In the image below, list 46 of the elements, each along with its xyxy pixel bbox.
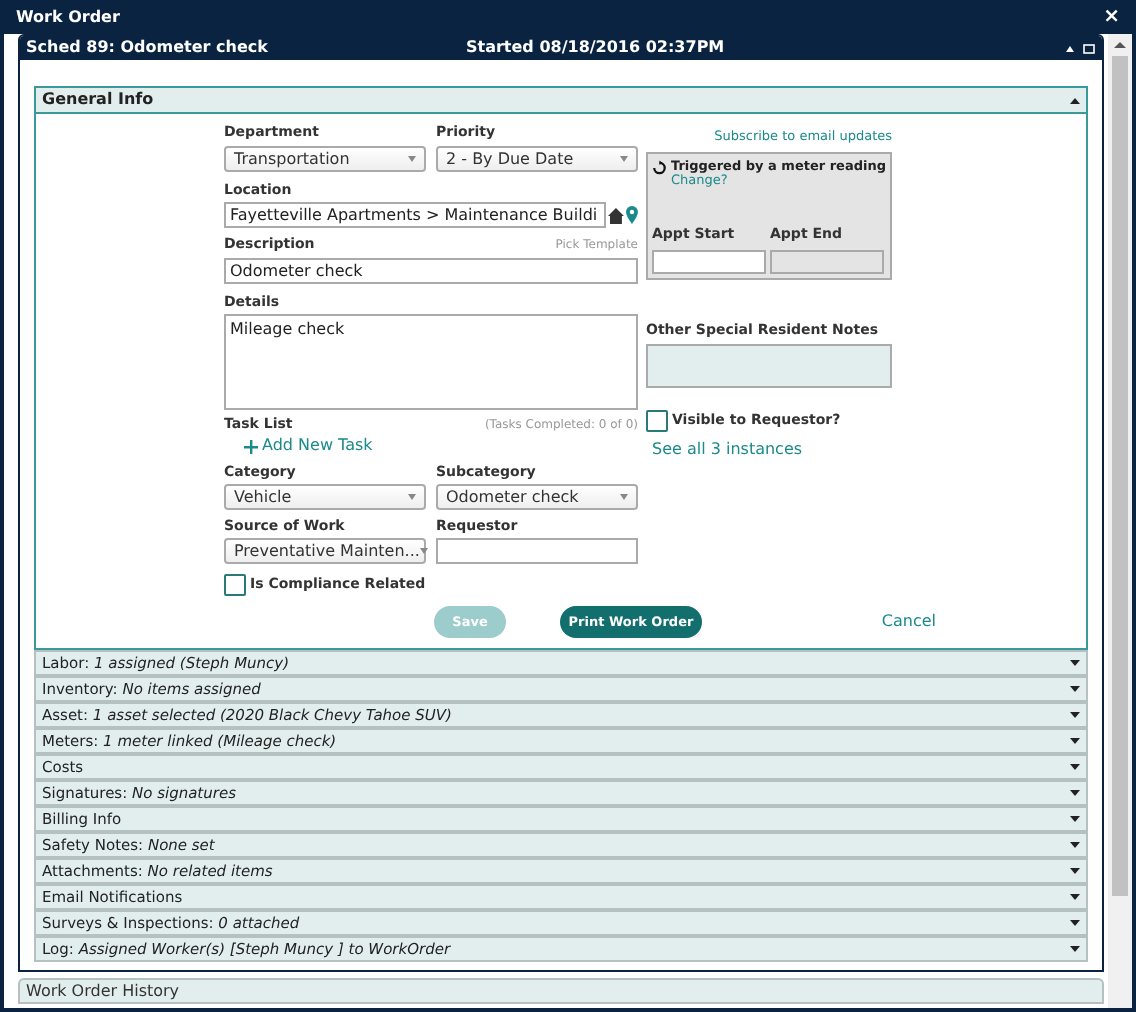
section-header[interactable]: General Info (36, 88, 1086, 114)
expand-caret-icon[interactable] (1070, 738, 1080, 744)
expand-caret-icon[interactable] (1070, 868, 1080, 874)
details-field[interactable]: Mileage check (224, 314, 638, 410)
add-task-link[interactable]: Add New Task (244, 436, 373, 456)
location-field[interactable]: Fayetteville Apartments > Maintenance Buildi (224, 202, 607, 228)
description-field[interactable]: Odometer check (224, 258, 638, 284)
notes-field[interactable] (646, 344, 892, 388)
dropdown-arrow-icon (620, 156, 628, 162)
expand-caret-icon[interactable] (1070, 790, 1080, 796)
dropdown[interactable]: Preventative Mainten... (224, 538, 426, 564)
instances-link[interactable]: See all 3 instances (652, 440, 892, 460)
window-title: Work Order (16, 7, 120, 27)
dropdown[interactable]: Odometer check (436, 484, 638, 510)
history-header[interactable]: Work Order History (18, 978, 1104, 1004)
expand-caret-icon[interactable] (1070, 842, 1080, 848)
expand-caret-icon[interactable] (1070, 894, 1080, 900)
refresh-icon (652, 158, 667, 178)
cancel-link[interactable]: Cancel (881, 612, 936, 632)
dropdown-arrow-icon (408, 156, 416, 162)
appt-start-field[interactable] (652, 250, 766, 274)
scrollbar[interactable] (1108, 34, 1132, 1008)
expand-caret-icon[interactable] (1070, 686, 1080, 692)
home-icon[interactable] (608, 207, 625, 223)
expand-caret-icon[interactable] (1070, 920, 1080, 926)
dropdown-arrow-icon (419, 548, 428, 554)
panel-title: Sched 89: Odometer check (26, 38, 270, 58)
expand-caret-icon[interactable] (1070, 816, 1080, 822)
dropdown[interactable]: 2 - By Due Date (436, 146, 638, 172)
dropdown-arrow-icon (408, 494, 416, 500)
dropdown[interactable]: Transportation (224, 146, 426, 172)
checkbox[interactable] (224, 574, 246, 596)
dropdown[interactable]: Vehicle (224, 484, 426, 510)
requestor-field[interactable] (436, 538, 638, 564)
close-button[interactable]: × (1103, 7, 1120, 27)
expand-caret-icon[interactable] (1070, 764, 1080, 770)
window-controls-icon[interactable] (1064, 43, 1096, 53)
expand-caret-icon[interactable] (1070, 660, 1080, 666)
checkbox[interactable] (646, 410, 668, 432)
expand-caret-icon[interactable] (1070, 712, 1080, 718)
plus-icon (244, 439, 258, 453)
map-pin-icon[interactable] (626, 206, 638, 224)
expand-caret-icon[interactable] (1070, 946, 1080, 952)
started-time: Started 08/18/2016 02:37PM (466, 38, 725, 58)
dropdown-arrow-icon (620, 494, 628, 500)
collapse-caret-icon[interactable] (1070, 97, 1080, 103)
